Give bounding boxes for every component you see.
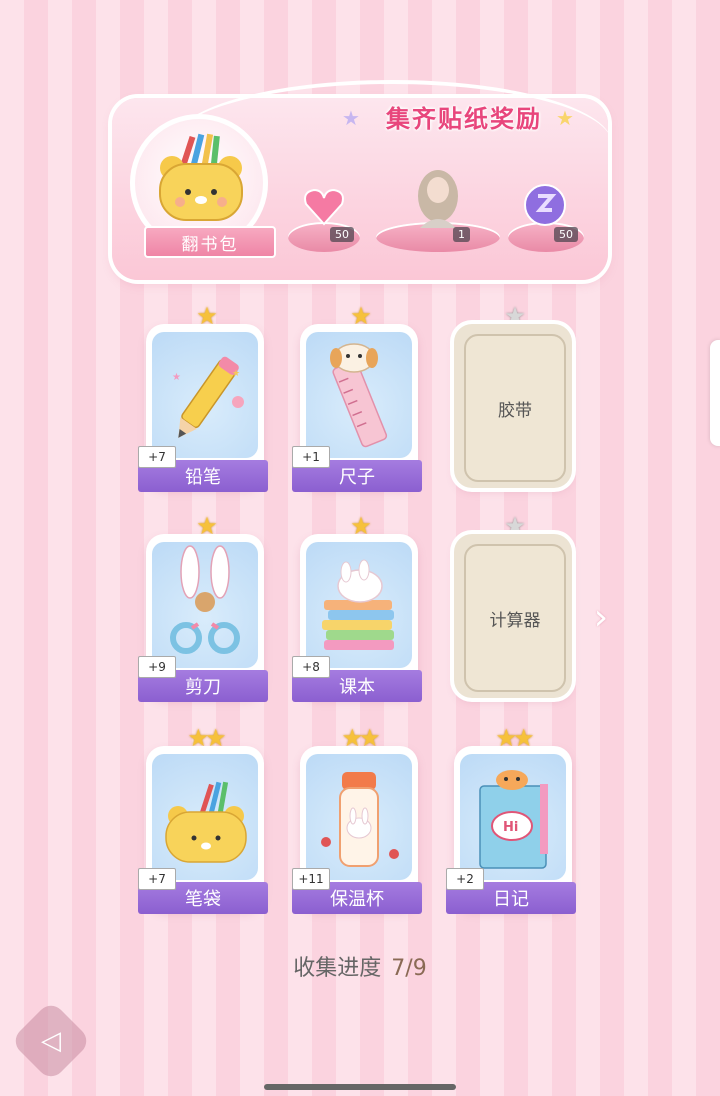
progress-label: 收集进度 — [293, 956, 382, 981]
character-portrait-icon — [418, 170, 458, 228]
back-button[interactable]: ◁ — [9, 999, 93, 1083]
svg-text:★: ★ — [232, 369, 240, 379]
reward-count: 50 — [330, 227, 354, 242]
heart-gem-icon — [304, 188, 344, 226]
card-image — [306, 542, 412, 668]
sticker-card-textbook[interactable]: ★ +8 课本 — [292, 512, 422, 702]
sticker-card-pencil-case[interactable]: ★★ +7 笔袋 — [138, 724, 268, 914]
card-image — [306, 754, 412, 880]
duplicate-count-badge: +11 — [292, 868, 330, 890]
collection-progress: 收集进度 7/9 — [0, 950, 720, 982]
sticker-card-pencil[interactable]: ★ ★ ★ +7 铅笔 — [138, 302, 268, 492]
duplicate-count-badge: +9 — [138, 656, 176, 678]
home-indicator[interactable] — [264, 1084, 456, 1090]
sticker-card-thermos[interactable]: ★★ +11 保温杯 — [292, 724, 422, 914]
banner-title: 集齐贴纸奖励 — [386, 104, 542, 133]
pencil-icon: ★ ★ — [172, 356, 244, 438]
sticker-card-tape-locked[interactable]: ★ 胶带 — [450, 302, 572, 488]
card-name: 胶带 — [464, 334, 566, 482]
diary-icon: Hi — [479, 770, 548, 869]
reward-banner: ★ ★ 集齐贴纸奖励 翻书包 50 1 50 — [112, 80, 612, 280]
card-name: 计算器 — [464, 544, 566, 692]
card-image — [152, 754, 258, 880]
side-drawer-tab[interactable] — [710, 340, 720, 446]
svg-text:Hi: Hi — [503, 820, 518, 835]
textbook-icon — [322, 559, 394, 650]
ruler-icon — [330, 343, 388, 448]
sticker-card-scissors[interactable]: ★ +9 剪刀 — [138, 512, 268, 702]
progress-value: 7/9 — [391, 956, 427, 981]
card-image: ★ ★ — [152, 332, 258, 458]
duplicate-count-badge: +1 — [292, 446, 330, 468]
back-arrow-icon: ◁ — [41, 1026, 61, 1056]
flip-bag-button[interactable]: 翻书包 — [144, 226, 276, 258]
card-image: Hi — [460, 754, 566, 880]
sticker-card-ruler[interactable]: ★ +1 尺子 — [292, 302, 422, 492]
duplicate-count-badge: +8 — [292, 656, 330, 678]
pencil-case-icon — [165, 781, 247, 863]
duplicate-count-badge: +7 — [138, 868, 176, 890]
scissors-icon — [170, 545, 240, 654]
card-image — [306, 332, 412, 458]
reward-heart-gem[interactable]: 50 — [288, 188, 360, 252]
reward-character[interactable]: 1 — [376, 170, 500, 252]
chevron-right-icon[interactable]: › — [586, 598, 616, 638]
thermos-icon — [321, 772, 399, 867]
purple-orb-icon — [524, 184, 566, 226]
sticker-card-diary[interactable]: ★★ Hi +2 日记 — [446, 724, 576, 914]
reward-count: 1 — [453, 227, 470, 242]
svg-text:★: ★ — [172, 372, 181, 383]
reward-purple-orb[interactable]: 50 — [508, 184, 584, 252]
reward-count: 50 — [554, 227, 578, 242]
card-image — [152, 542, 258, 668]
duplicate-count-badge: +2 — [446, 868, 484, 890]
sticker-card-calculator-locked[interactable]: ★ 计算器 — [450, 512, 572, 698]
duplicate-count-badge: +7 — [138, 446, 176, 468]
